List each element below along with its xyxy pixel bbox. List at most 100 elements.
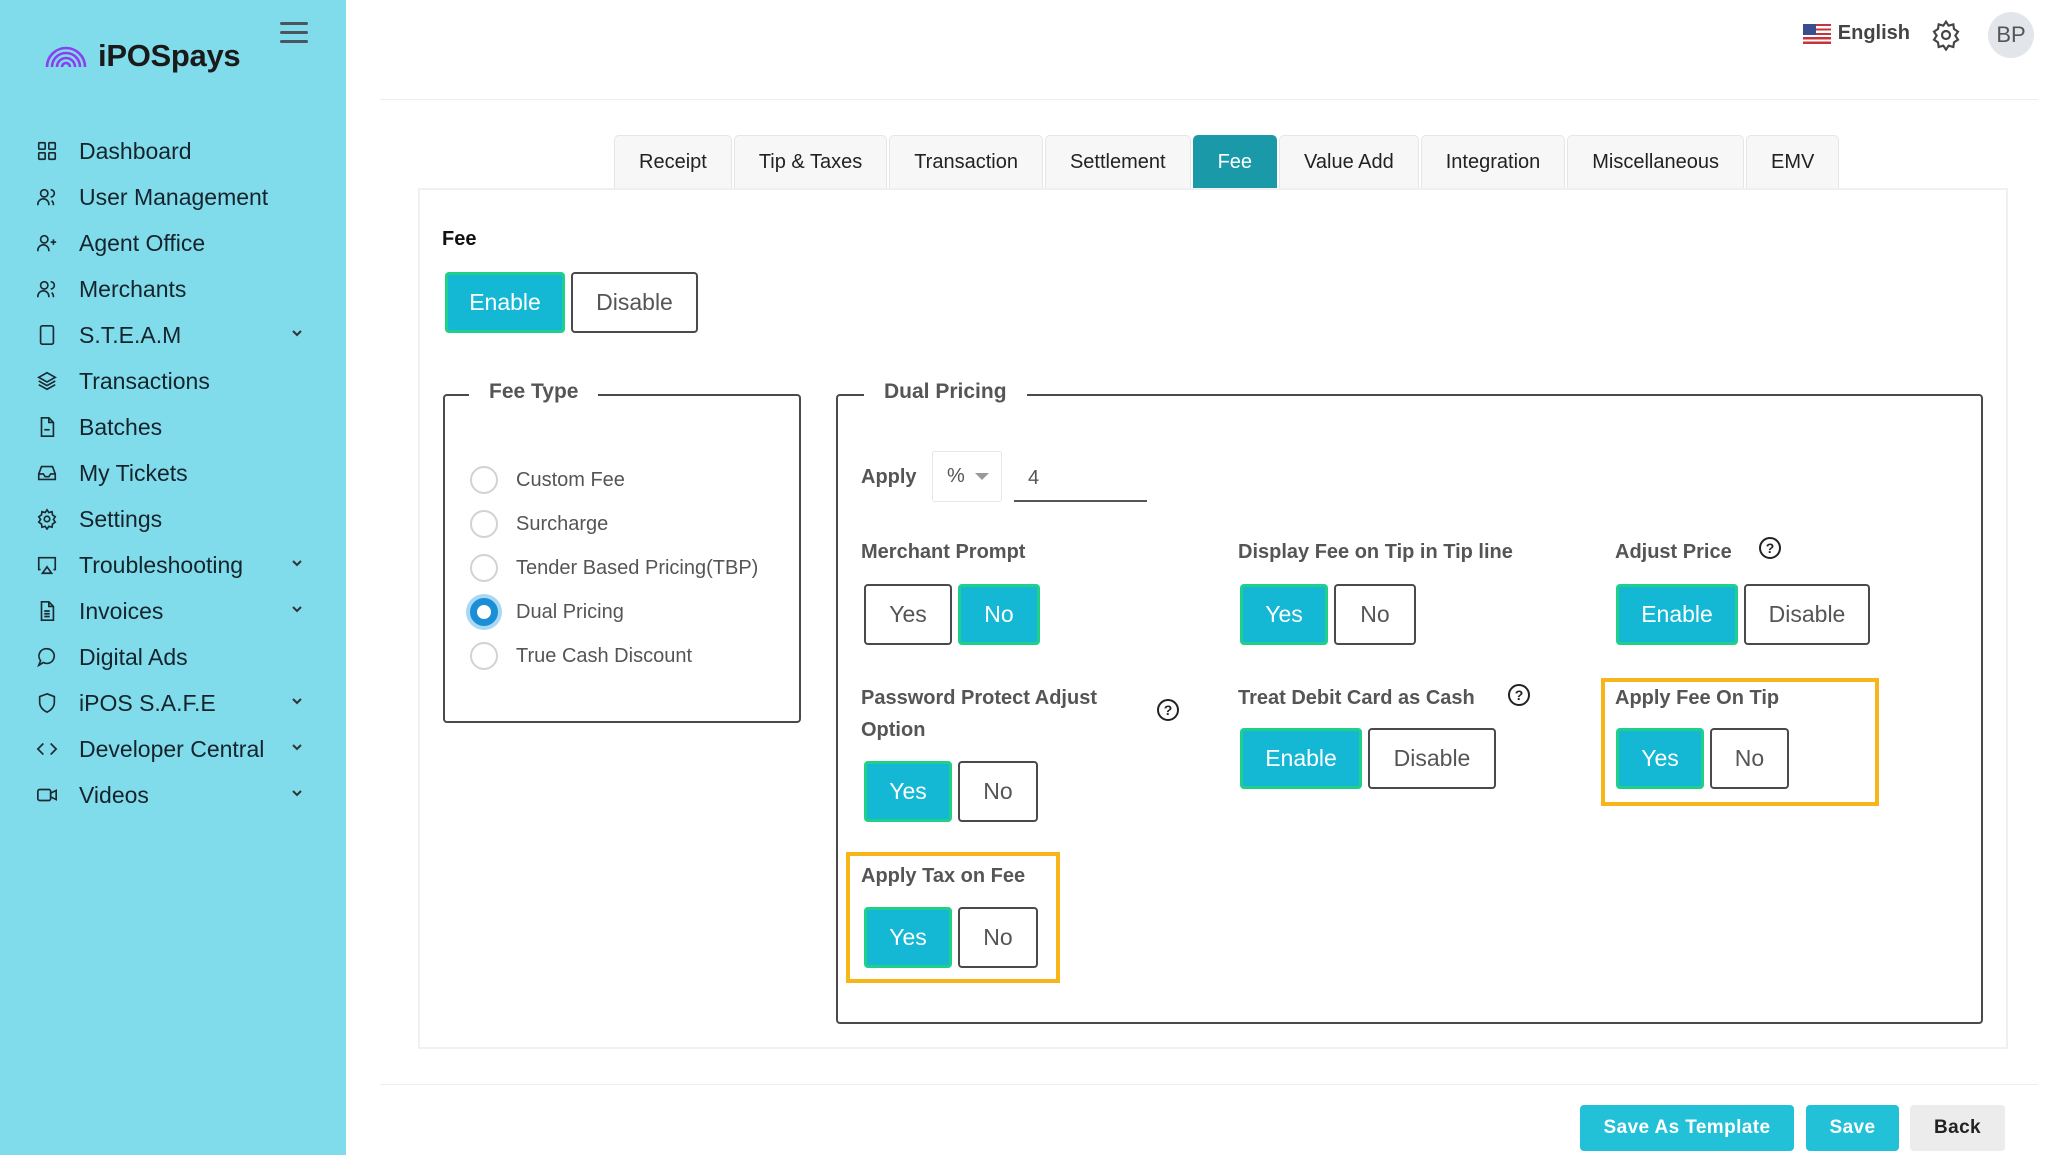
- sidebar-item-dashboard[interactable]: Dashboard: [0, 128, 346, 174]
- display-fee-yes-button[interactable]: Yes: [1240, 584, 1328, 645]
- fee-disable-button[interactable]: Disable: [571, 272, 698, 333]
- apply-unit-select[interactable]: %: [932, 451, 1002, 502]
- sidebar-item-developer-central[interactable]: Developer Central: [0, 726, 346, 772]
- sidebar-item-invoices[interactable]: Invoices: [0, 588, 346, 634]
- treat-debit-enable-button[interactable]: Enable: [1240, 728, 1362, 789]
- radio-surcharge[interactable]: Surcharge: [470, 510, 608, 538]
- airplay-icon: [35, 553, 59, 577]
- sidebar-item-batches[interactable]: Batches: [0, 404, 346, 450]
- sidebar: iPOSpays Dashboard User Management Agent…: [0, 0, 346, 1155]
- sidebar-item-user-management[interactable]: User Management: [0, 174, 346, 220]
- sidebar-item-label: Merchants: [79, 275, 187, 302]
- menu-toggle-icon[interactable]: [280, 22, 308, 46]
- treat-debit-toggle: Enable Disable: [1240, 728, 1496, 789]
- sidebar-item-agent-office[interactable]: Agent Office: [0, 220, 346, 266]
- settings-tabs: Receipt Tip & Taxes Transaction Settleme…: [614, 135, 1841, 189]
- users-icon: [35, 185, 59, 209]
- adjust-price-disable-button[interactable]: Disable: [1744, 584, 1870, 645]
- rainbow-arc-icon: [45, 46, 87, 68]
- adjust-price-toggle: Enable Disable: [1616, 584, 1870, 645]
- tab-fee[interactable]: Fee: [1192, 135, 1278, 189]
- radio-label: Surcharge: [516, 512, 609, 535]
- tablet-icon: [35, 323, 59, 347]
- sidebar-item-ipos-safe[interactable]: iPOS S.A.F.E: [0, 680, 346, 726]
- radio-button[interactable]: [470, 554, 498, 582]
- merchant-prompt-no-button[interactable]: No: [958, 584, 1040, 645]
- adjust-price-enable-button[interactable]: Enable: [1616, 584, 1738, 645]
- language-selector[interactable]: English: [1802, 22, 1910, 45]
- fee-enable-button[interactable]: Enable: [445, 272, 565, 333]
- sidebar-item-label: Troubleshooting: [79, 551, 244, 578]
- chevron-down-icon[interactable]: [290, 786, 306, 802]
- sidebar-item-label: S.T.E.A.M: [79, 321, 182, 348]
- us-flag-icon: [1802, 23, 1831, 44]
- help-icon[interactable]: ?: [1759, 537, 1781, 559]
- fee-type-legend: Fee Type: [469, 380, 599, 404]
- chevron-down-icon[interactable]: [290, 740, 306, 756]
- tab-receipt[interactable]: Receipt: [614, 135, 732, 189]
- password-protect-no-button[interactable]: No: [958, 761, 1038, 822]
- radio-tbp[interactable]: Tender Based Pricing(TBP): [470, 554, 758, 582]
- save-button[interactable]: Save: [1806, 1105, 1899, 1151]
- chevron-down-icon[interactable]: [290, 556, 306, 572]
- tab-miscellaneous[interactable]: Miscellaneous: [1567, 135, 1744, 189]
- radio-button[interactable]: [470, 466, 498, 494]
- sidebar-item-transactions[interactable]: Transactions: [0, 358, 346, 404]
- sidebar-item-label: Developer Central: [79, 735, 265, 762]
- radio-button[interactable]: [470, 510, 498, 538]
- treat-debit-disable-button[interactable]: Disable: [1368, 728, 1496, 789]
- tab-integration[interactable]: Integration: [1420, 135, 1566, 189]
- brand-logo[interactable]: iPOSpays: [44, 38, 241, 74]
- caret-down-icon: [974, 473, 989, 480]
- apply-fee-on-tip-yes-button[interactable]: Yes: [1616, 728, 1704, 789]
- tab-settlement[interactable]: Settlement: [1044, 135, 1191, 189]
- settings-gear-icon[interactable]: [1930, 19, 1962, 52]
- code-icon: [35, 737, 59, 761]
- radio-button[interactable]: [470, 642, 498, 670]
- merchant-prompt-toggle: Yes No: [864, 584, 1040, 645]
- sidebar-item-merchants[interactable]: Merchants: [0, 266, 346, 312]
- document-icon: [35, 599, 59, 623]
- tab-emv[interactable]: EMV: [1746, 135, 1840, 189]
- file-icon: [35, 415, 59, 439]
- merchant-prompt-yes-button[interactable]: Yes: [864, 584, 952, 645]
- help-icon[interactable]: ?: [1157, 699, 1179, 721]
- display-fee-on-tip-label: Display Fee on Tip in Tip line: [1238, 541, 1513, 563]
- apply-value-input[interactable]: [1014, 456, 1147, 502]
- sidebar-item-label: iPOS S.A.F.E: [79, 689, 216, 716]
- sidebar-item-my-tickets[interactable]: My Tickets: [0, 450, 346, 496]
- sidebar-item-steam[interactable]: S.T.E.A.M: [0, 312, 346, 358]
- sidebar-item-videos[interactable]: Videos: [0, 772, 346, 818]
- sidebar-item-label: Settings: [79, 505, 163, 532]
- fee-type-group: Fee Type Custom Fee Surcharge Tender Bas…: [443, 380, 801, 723]
- password-protect-toggle: Yes No: [864, 761, 1038, 822]
- chevron-down-icon[interactable]: [290, 602, 306, 618]
- sidebar-item-troubleshooting[interactable]: Troubleshooting: [0, 542, 346, 588]
- apply-tax-yes-button[interactable]: Yes: [864, 907, 952, 968]
- chevron-down-icon[interactable]: [290, 326, 306, 342]
- password-protect-label: Password Protect Adjust Option: [861, 687, 1097, 741]
- password-protect-yes-button[interactable]: Yes: [864, 761, 952, 822]
- radio-custom-fee[interactable]: Custom Fee: [470, 466, 625, 494]
- apply-tax-on-fee-toggle: Yes No: [864, 907, 1038, 968]
- apply-unit-value: %: [947, 465, 965, 487]
- display-fee-on-tip-toggle: Yes No: [1240, 584, 1416, 645]
- sidebar-item-digital-ads[interactable]: Digital Ads: [0, 634, 346, 680]
- tab-transaction[interactable]: Transaction: [889, 135, 1043, 189]
- tab-value-add[interactable]: Value Add: [1279, 135, 1419, 189]
- save-as-template-button[interactable]: Save As Template: [1580, 1105, 1794, 1151]
- tab-tip-taxes[interactable]: Tip & Taxes: [733, 135, 888, 189]
- radio-button-checked[interactable]: [470, 598, 498, 626]
- avatar[interactable]: BP: [1988, 12, 2034, 58]
- apply-tax-no-button[interactable]: No: [958, 907, 1038, 968]
- back-button[interactable]: Back: [1910, 1105, 2005, 1151]
- sidebar-item-label: Digital Ads: [79, 643, 188, 670]
- display-fee-no-button[interactable]: No: [1334, 584, 1416, 645]
- radio-true-cash-discount[interactable]: True Cash Discount: [470, 642, 692, 670]
- sidebar-item-settings[interactable]: Settings: [0, 496, 346, 542]
- chevron-down-icon[interactable]: [290, 694, 306, 710]
- help-icon[interactable]: ?: [1508, 684, 1530, 706]
- apply-fee-on-tip-no-button[interactable]: No: [1710, 728, 1789, 789]
- radio-dual-pricing[interactable]: Dual Pricing: [470, 598, 624, 626]
- chat-bubble-icon: [35, 645, 59, 669]
